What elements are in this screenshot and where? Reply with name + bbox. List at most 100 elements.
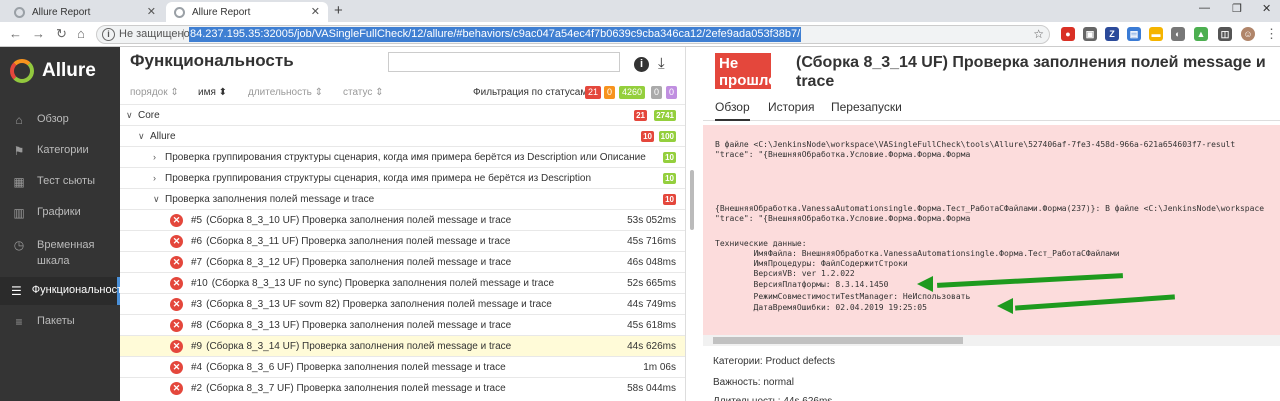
sidebar-item-label: Временная шкала [37, 239, 95, 267]
error-message-box: В файле <C:\JenkinsNode\workspace\VASing… [703, 125, 1280, 335]
tree-node-group[interactable]: › Проверка группирования структуры сцена… [120, 167, 685, 188]
profile-avatar[interactable]: ☺ [1241, 27, 1255, 41]
status-badge: Не прошло [715, 53, 777, 89]
bookmark-star-icon[interactable]: ☆ [1033, 27, 1044, 41]
sidebar: Allure ⌂ Обзор ⚑ Категории ▦ Тест сьюты … [0, 47, 128, 401]
sort-order[interactable]: порядок ⇕ [130, 87, 179, 98]
sort-label: порядок [130, 87, 168, 98]
sort-name[interactable]: имя ⬍ [198, 87, 227, 98]
extension-icon[interactable]: ▤ [1127, 27, 1141, 41]
test-row[interactable]: ✕ #10 (Сборка 8_3_13 UF no sync) Проверк… [120, 272, 685, 293]
sort-status[interactable]: статус ⇕ [343, 87, 384, 98]
info-icon[interactable]: i [102, 28, 115, 41]
filter-failed-badge[interactable]: 21 [585, 86, 602, 99]
tab-overview[interactable]: Обзор [715, 100, 750, 121]
filter-broken-badge[interactable]: 0 [604, 86, 616, 99]
close-window-icon[interactable]: ✕ [1262, 2, 1271, 15]
tree-scrollbar[interactable] [690, 170, 694, 230]
menu-icon[interactable]: ⋮ [1265, 26, 1278, 42]
close-tab-icon[interactable]: ✕ [311, 5, 320, 18]
close-tab-icon[interactable]: ✕ [147, 5, 156, 18]
error-line: ВерсияПлатформы: 8.3.14.1450 [715, 280, 889, 289]
restore-icon[interactable]: ❐ [1232, 2, 1242, 15]
filter-skipped-badge[interactable]: 0 [651, 86, 663, 99]
filter-unknown-badge[interactable]: 0 [666, 86, 678, 99]
chevron-down-icon: ∨ [126, 109, 133, 120]
sidebar-item-categories[interactable]: ⚑ Категории [0, 144, 120, 158]
sort-label: имя [198, 87, 216, 98]
horizontal-scrollbar[interactable] [703, 335, 1280, 346]
annotation-arrow-shaft [1015, 294, 1175, 311]
pane-splitter[interactable] [685, 47, 703, 401]
test-number: #8 [191, 319, 203, 331]
address-bar[interactable]: i Не защищено | 84.237.195.35:32005/job/… [96, 25, 1050, 44]
browser-tab-active[interactable]: Allure Report ✕ [166, 2, 328, 22]
test-duration: 45s 716ms [627, 235, 676, 247]
clock-icon: ◷ [13, 238, 25, 252]
sidebar-item-label: Пакеты [37, 315, 75, 327]
tree-node-core[interactable]: ∨ Core 21 2741 [120, 104, 685, 125]
extension-icon[interactable]: ▬ [1149, 27, 1163, 41]
node-label: Allure [150, 130, 176, 142]
allure-logo-icon [10, 59, 34, 83]
test-row[interactable]: ✕ #4 (Сборка 8_3_6 UF) Проверка заполнен… [120, 356, 685, 377]
test-row[interactable]: ✕ #2 (Сборка 8_3_7 UF) Проверка заполнен… [120, 377, 685, 398]
new-tab-icon[interactable]: + [334, 2, 343, 19]
chevron-right-icon: › [153, 152, 156, 162]
extension-icon[interactable]: ◫ [1218, 27, 1232, 41]
tab-history[interactable]: История [768, 100, 815, 119]
filter-passed-badge[interactable]: 4260 [619, 86, 646, 99]
not-secure-label: Не защищено [119, 28, 190, 40]
test-row-selected[interactable]: ✕ #9 (Сборка 8_3_14 UF) Проверка заполне… [120, 335, 685, 356]
tree-node-group[interactable]: ∨ Проверка заполнения полей message и tr… [120, 188, 685, 209]
test-number: #3 [191, 298, 203, 310]
url-text[interactable]: 84.237.195.35:32005/job/VASingleFullChec… [189, 27, 802, 42]
extension-icon[interactable]: ▲ [1194, 27, 1208, 41]
flag-icon: ⚑ [13, 144, 25, 158]
test-duration: 44s 626ms [627, 340, 676, 352]
sidebar-item-timeline[interactable]: ◷ Временная шкала [0, 237, 120, 269]
tree-node-allure[interactable]: ∨ Allure 10 100 [120, 125, 685, 146]
sort-duration[interactable]: длительность ⇕ [248, 87, 323, 98]
extension-icon[interactable]: ◐ [1171, 27, 1185, 41]
scrollbar-thumb[interactable] [713, 337, 963, 344]
test-row[interactable]: ✕ #8 (Сборка 8_3_13 UF) Проверка заполне… [120, 314, 685, 335]
test-name: (Сборка 8_3_13 UF no sync) Проверка запо… [211, 277, 555, 289]
sidebar-item-suites[interactable]: ▦ Тест сьюты [0, 175, 120, 189]
sidebar-item-packages[interactable]: ≡ Пакеты [0, 315, 120, 329]
extension-icon[interactable]: Z [1105, 27, 1119, 41]
allure-logo[interactable]: Allure [10, 59, 96, 83]
briefcase-icon: ▦ [13, 175, 25, 189]
passed-count: 10 [663, 173, 676, 184]
brand-name: Allure [42, 60, 96, 81]
minimize-icon[interactable]: — [1199, 2, 1210, 14]
test-number: #6 [191, 235, 203, 247]
tab-retries[interactable]: Перезапуски [831, 100, 902, 119]
test-row[interactable]: ✕ #6 (Сборка 8_3_11 UF) Проверка заполне… [120, 230, 685, 251]
browser-tab-strip: Allure Report ✕ Allure Report ✕ + — ❐ ✕ [0, 0, 1280, 22]
info-icon[interactable]: i [634, 57, 649, 72]
sidebar-item-graphs[interactable]: ▥ Графики [0, 206, 120, 220]
test-name: (Сборка 8_3_11 UF) Проверка заполнения п… [206, 235, 511, 247]
test-name: (Сборка 8_3_12 UF) Проверка заполнения п… [206, 256, 512, 268]
sidebar-item-behaviors[interactable]: ☰ Функциональность [0, 277, 128, 305]
browser-tab[interactable]: Allure Report ✕ [6, 2, 164, 22]
error-line: РежимСовместимостиTestManager: НеИспольз… [715, 292, 971, 301]
test-row[interactable]: ✕ #5 (Сборка 8_3_10 UF) Проверка заполне… [120, 209, 685, 230]
test-row[interactable]: ✕ #7 (Сборка 8_3_12 UF) Проверка заполне… [120, 251, 685, 272]
test-row[interactable]: ✕ #3 (Сборка 8_3_13 UF sovm 82) Проверка… [120, 293, 685, 314]
tree-node-group[interactable]: › Проверка группирования структуры сцена… [120, 146, 685, 167]
reload-icon[interactable]: ↻ [56, 26, 67, 42]
forward-icon[interactable]: → [32, 26, 45, 41]
back-icon[interactable]: ← [9, 26, 22, 41]
page-title: Функциональность [130, 51, 294, 70]
extension-icon[interactable]: ▣ [1083, 27, 1097, 41]
search-input[interactable] [388, 52, 620, 72]
duration-text: Длительность: 44s 626ms [713, 396, 832, 401]
sidebar-item-overview[interactable]: ⌂ Обзор [0, 113, 120, 127]
home-icon[interactable]: ⌂ [77, 26, 85, 41]
test-number: #2 [191, 382, 203, 394]
test-name: (Сборка 8_3_13 UF sovm 82) Проверка запо… [206, 298, 552, 310]
download-icon[interactable]: ⤓ [658, 55, 665, 72]
extension-icon[interactable]: ● [1061, 27, 1075, 41]
